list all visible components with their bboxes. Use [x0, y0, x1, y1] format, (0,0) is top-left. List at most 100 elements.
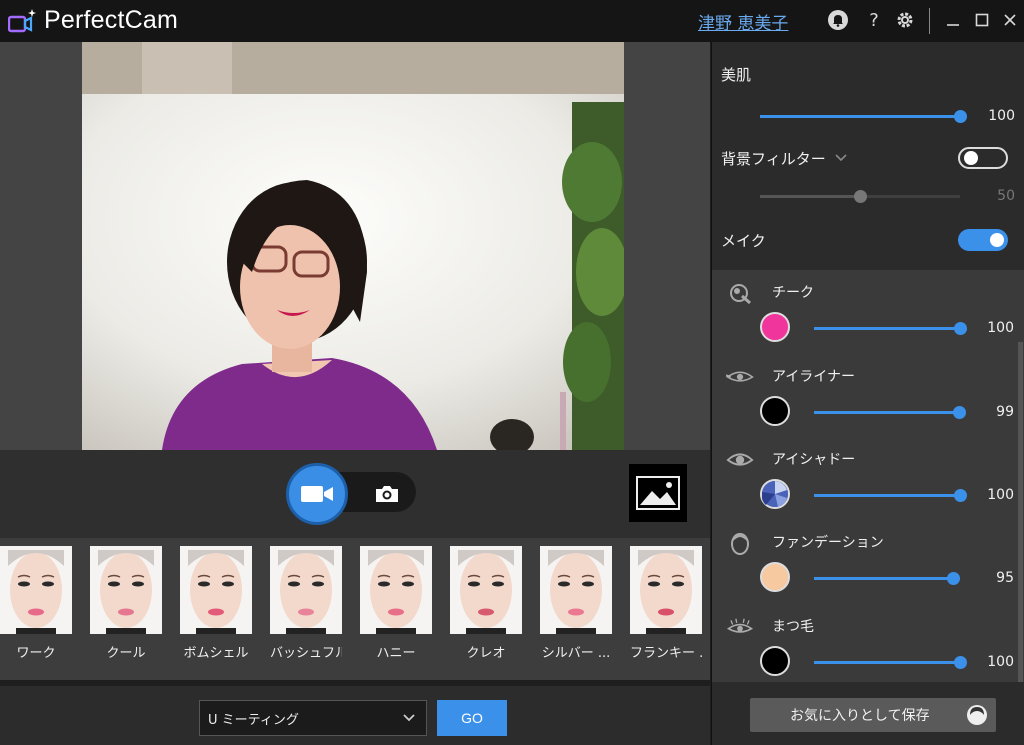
makeup-item: アイライナー 99 — [712, 360, 1024, 444]
save-favorite-button[interactable]: お気に入りとして保存 — [750, 698, 996, 732]
preset-face-thumbnail — [360, 546, 432, 634]
makeup-item-name: まつ毛 — [772, 619, 814, 635]
makeup-intensity-slider[interactable] — [814, 406, 966, 419]
makeup-intensity-value: 100 — [987, 320, 1014, 336]
makeup-item: ファンデーション 95 — [712, 526, 1024, 610]
makeup-item-name: ファンデーション — [772, 535, 884, 551]
capture-controls-bar — [0, 450, 710, 538]
close-icon[interactable] — [998, 8, 1022, 32]
camera-preview-area — [0, 42, 710, 450]
makeup-item: まつ毛 100 — [712, 610, 1024, 682]
background-filter-title[interactable]: 背景フィルター — [721, 148, 848, 169]
preset-label: ハニー — [376, 646, 416, 661]
eyeshadow-eye-icon — [726, 449, 754, 471]
makeup-intensity-value: 99 — [996, 404, 1014, 420]
makeup-item: チーク 100 — [712, 276, 1024, 360]
minimize-icon[interactable] — [941, 8, 965, 32]
title-bar: PerfectCam 津野 恵美子 ? — [0, 0, 1024, 42]
preset-face-thumbnail — [630, 546, 702, 634]
photo-mode-button[interactable] — [372, 482, 402, 506]
meeting-app-selected: U ミーティング — [208, 712, 299, 728]
color-swatch[interactable] — [760, 312, 790, 342]
makeup-item-name: アイライナー — [772, 369, 856, 385]
panel-top-section: 美肌 100 背景フィルター 50 メイク — [712, 42, 1024, 270]
preset-label: クレオ — [466, 646, 506, 661]
makeup-title: メイク — [721, 232, 766, 250]
makeup-intensity-slider[interactable] — [814, 572, 960, 585]
user-account-link[interactable]: 津野 恵美子 — [698, 9, 788, 34]
face-icon — [967, 705, 987, 725]
preset-face-thumbnail — [270, 546, 342, 634]
titlebar-separator — [929, 8, 930, 34]
makeup-intensity-value: 100 — [987, 487, 1014, 503]
preview-margin-left — [0, 42, 82, 450]
makeup-item-name: チーク — [772, 285, 814, 301]
foundation-face-icon — [726, 532, 754, 555]
makeup-notch — [736, 270, 754, 271]
meeting-app-select[interactable]: U ミーティング — [199, 700, 427, 736]
preset-face-thumbnail — [450, 546, 522, 634]
eyeliner-eye-icon — [726, 366, 754, 388]
skin-smoothing-slider[interactable] — [760, 110, 967, 123]
skin-smoothing-value: 100 — [988, 108, 1015, 124]
makeup-intensity-slider[interactable] — [814, 656, 967, 669]
go-button[interactable]: GO — [437, 700, 507, 736]
makeup-intensity-value: 95 — [996, 570, 1014, 586]
bottom-bar: U ミーティング GO — [0, 686, 710, 745]
preset-item[interactable]: ハニー — [360, 546, 432, 661]
preview-margin-right — [624, 42, 710, 450]
preset-item[interactable]: バッシュフル — [270, 546, 342, 661]
save-favorite-label: お気に入りとして保存 — [790, 708, 930, 724]
makeup-item-name: アイシャドー — [772, 452, 856, 468]
makeup-items-list: チーク 100 アイライナー 99 アイシャドー 100 ファンデーション 95 まつ毛 100 — [712, 270, 1024, 682]
preset-item[interactable]: ボムシェル — [180, 546, 252, 661]
gallery-image-icon — [636, 476, 680, 510]
gallery-button[interactable] — [629, 464, 687, 522]
preset-item[interactable]: クール — [90, 546, 162, 661]
preset-label: フランキー ... — [630, 646, 702, 661]
color-swatch[interactable] — [760, 646, 790, 676]
preset-item[interactable]: ワーク — [0, 546, 72, 661]
makeup-item: アイシャドー 100 — [712, 443, 1024, 527]
panel-bottom-bar: お気に入りとして保存 — [712, 682, 1024, 745]
preset-label: ワーク — [16, 646, 56, 661]
perfectcam-logo-icon — [8, 9, 36, 33]
preset-face-thumbnail — [180, 546, 252, 634]
makeup-toggle[interactable] — [958, 229, 1008, 251]
webcam-video-feed — [82, 42, 624, 450]
color-swatch[interactable] — [760, 562, 790, 592]
settings-panel: 美肌 100 背景フィルター 50 メイク チーク 100 アイライナー 99 アイシャ… — [711, 42, 1024, 745]
preset-label: シルバー ... — [541, 646, 611, 661]
preset-item[interactable]: クレオ — [450, 546, 522, 661]
chevron-down-icon — [402, 710, 416, 728]
color-swatch[interactable] — [760, 396, 790, 426]
makeup-intensity-slider[interactable] — [814, 489, 967, 502]
maximize-icon[interactable] — [970, 8, 994, 32]
chevron-down-icon — [835, 154, 848, 162]
background-filter-slider[interactable] — [760, 190, 960, 203]
background-filter-toggle[interactable] — [958, 147, 1008, 169]
eyelash-eye-icon — [726, 616, 754, 638]
preset-label: バッシュフル — [270, 646, 342, 661]
preset-label: クール — [106, 646, 146, 661]
blush-brush-icon — [726, 282, 754, 304]
video-mode-button[interactable] — [286, 463, 348, 525]
video-camera-icon — [301, 486, 333, 502]
notification-bell-icon[interactable] — [826, 8, 850, 32]
settings-gear-icon[interactable] — [893, 8, 917, 32]
color-swatch[interactable] — [760, 479, 790, 509]
preset-item[interactable]: フランキー ... — [630, 546, 702, 661]
app-title: PerfectCam — [44, 6, 178, 34]
preset-face-thumbnail — [90, 546, 162, 634]
preset-label: ボムシェル — [183, 646, 249, 661]
help-icon[interactable]: ? — [862, 8, 886, 32]
makeup-intensity-slider[interactable] — [814, 322, 967, 335]
preset-item[interactable]: シルバー ... — [540, 546, 612, 661]
preset-face-thumbnail — [540, 546, 612, 634]
makeup-intensity-value: 100 — [987, 654, 1014, 670]
background-filter-value: 50 — [997, 188, 1015, 204]
photo-camera-icon — [376, 486, 398, 502]
makeup-presets-strip: ワーク クール ボムシェル バッシュフル ハニー クレオ シルバー ... フランキー ... — [0, 538, 710, 680]
background-filter-label: 背景フィルター — [721, 150, 826, 168]
skin-smoothing-title: 美肌 — [721, 66, 752, 84]
